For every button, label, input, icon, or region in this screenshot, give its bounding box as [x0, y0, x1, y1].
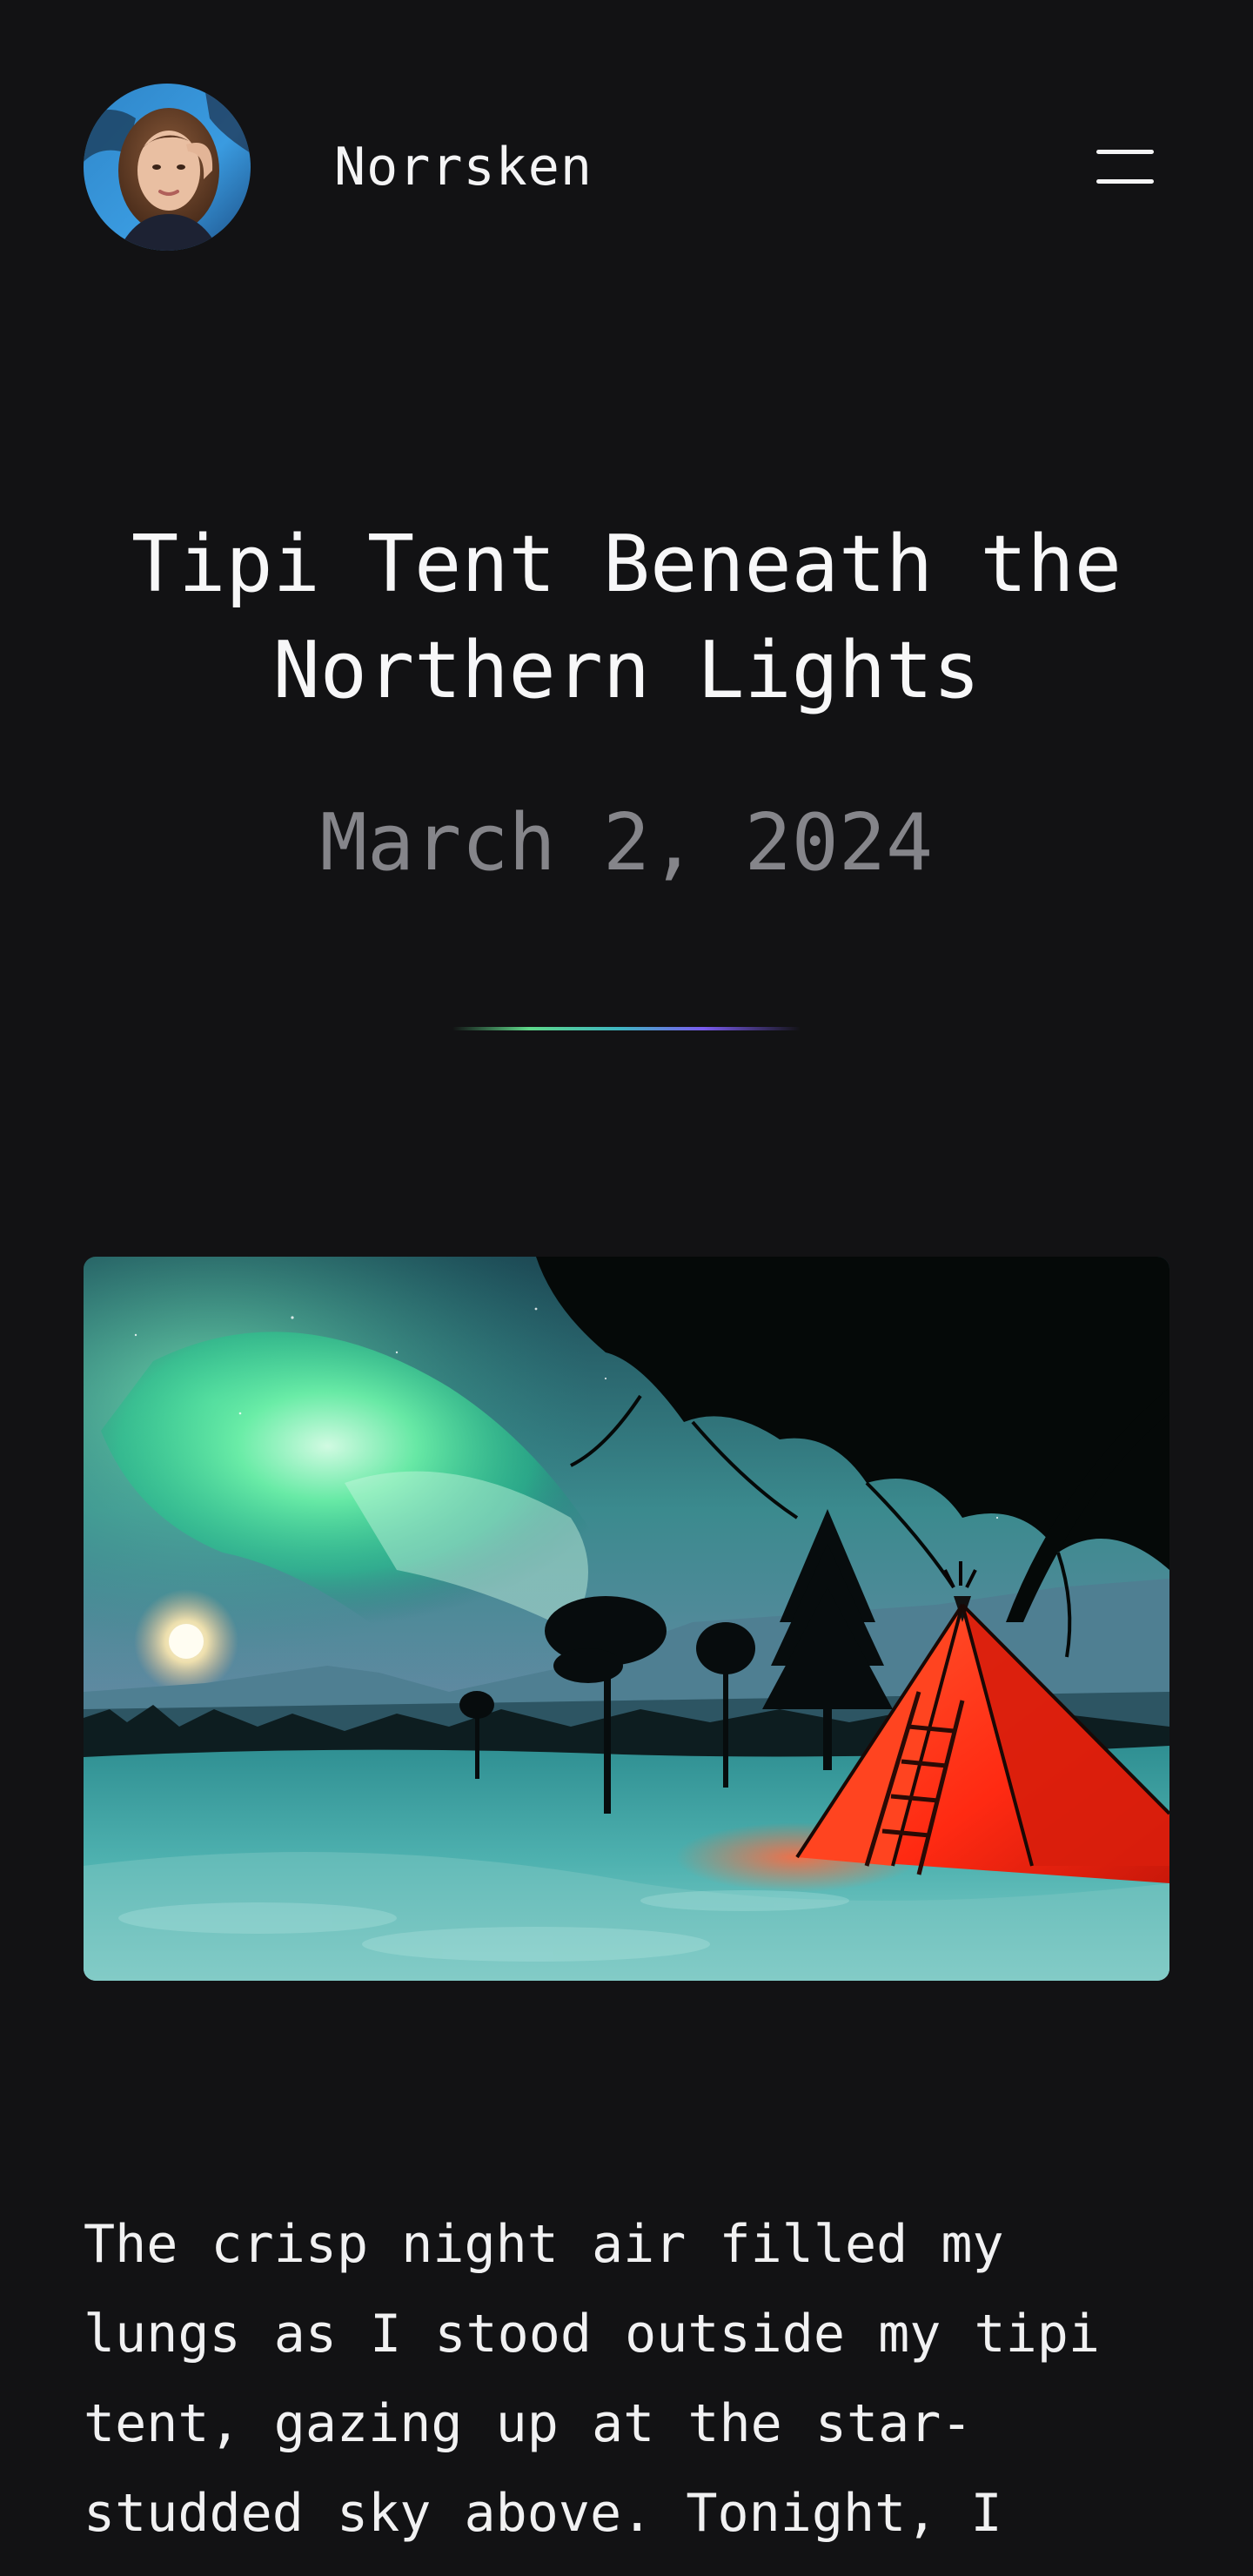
avatar-portrait-icon — [84, 84, 251, 251]
hero-image — [84, 1257, 1169, 1981]
post-date: March 2, 2024 — [319, 797, 934, 889]
hamburger-menu-icon — [1096, 150, 1154, 154]
post-body: The crisp night air filled my lungs as I… — [84, 2214, 1100, 2544]
menu-button[interactable] — [1070, 143, 1154, 191]
hamburger-menu-icon-line — [1096, 179, 1154, 184]
gradient-divider — [452, 1027, 801, 1030]
post-title: Tipi Tent Beneath the Northern Lights — [131, 519, 1122, 716]
site-name[interactable]: Norrsken — [334, 136, 593, 198]
author-avatar[interactable] — [84, 84, 251, 251]
aurora-tipi-photo — [84, 1257, 1169, 1981]
site-header: Norrsken — [84, 84, 1169, 251]
